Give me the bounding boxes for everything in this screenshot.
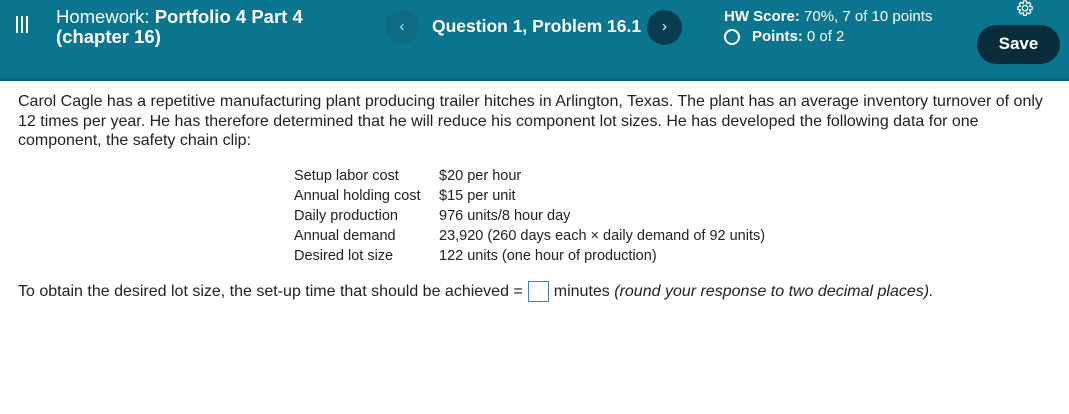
data-label: Desired lot size [294, 248, 394, 264]
save-button[interactable]: Save [977, 25, 1060, 64]
data-row: Daily production 976 units/8 hour day [294, 206, 765, 226]
next-question-button[interactable]: › [647, 10, 682, 45]
setup-time-input[interactable] [527, 281, 549, 302]
answer-hint: (round your response to two decimal plac… [614, 282, 934, 300]
data-value: 976 units/8 hour day [439, 208, 571, 224]
data-row: Annual demand 23,920 (260 days each × da… [294, 226, 765, 246]
data-row: Setup labor cost $20 per hour [294, 166, 765, 186]
data-row: Desired lot size 122 units (one hour of … [294, 246, 765, 266]
menu-icon[interactable] [12, 15, 32, 35]
homework-chapter: (chapter 16) [56, 26, 161, 47]
status-circle-icon [724, 28, 740, 45]
chevron-left-icon: ‹ [399, 18, 405, 35]
previous-question-button[interactable]: ‹ [385, 10, 419, 44]
answer-suffix: minutes [553, 282, 610, 300]
homework-name: Portfolio 4 Part 4 [154, 6, 303, 27]
hw-score-label: HW Score: [724, 8, 800, 25]
points-value: 0 of 2 [806, 28, 845, 45]
question-label: Question 1, Problem 16.1 [432, 16, 642, 36]
top-bar-divider [0, 78, 1069, 81]
data-value: 23,920 (260 days each × daily demand of … [439, 228, 766, 244]
hw-score: HW Score: 70%, 7 of 10 points [724, 8, 932, 25]
data-row: Annual holding cost $15 per unit [294, 186, 765, 206]
gear-icon[interactable] [1014, 0, 1036, 18]
answer-prefix: To obtain the desired lot size, the set-… [18, 282, 523, 300]
homework-title: Homework: Portfolio 4 Part 4 (chapter 16… [56, 7, 303, 47]
data-label: Annual demand [294, 228, 396, 244]
data-table: Setup labor cost $20 per hour Annual hol… [294, 166, 765, 266]
data-label: Setup labor cost [294, 168, 399, 184]
data-label: Annual holding cost [294, 188, 421, 204]
points: Points: 0 of 2 [724, 28, 844, 45]
answer-line: To obtain the desired lot size, the set-… [18, 281, 934, 302]
data-value: $15 per unit [439, 188, 516, 204]
chevron-right-icon: › [662, 18, 667, 35]
problem-intro: Carol Cagle has a repetitive manufacturi… [18, 93, 1043, 149]
homework-prefix: Homework: [56, 6, 150, 27]
points-label: Points: [752, 28, 803, 45]
data-label: Daily production [294, 208, 398, 224]
hw-score-value: 70%, 7 of 10 points [804, 8, 933, 25]
data-value: $20 per hour [439, 168, 522, 184]
top-bar: Homework: Portfolio 4 Part 4 (chapter 16… [0, 0, 1069, 80]
data-value: 122 units (one hour of production) [439, 248, 657, 264]
